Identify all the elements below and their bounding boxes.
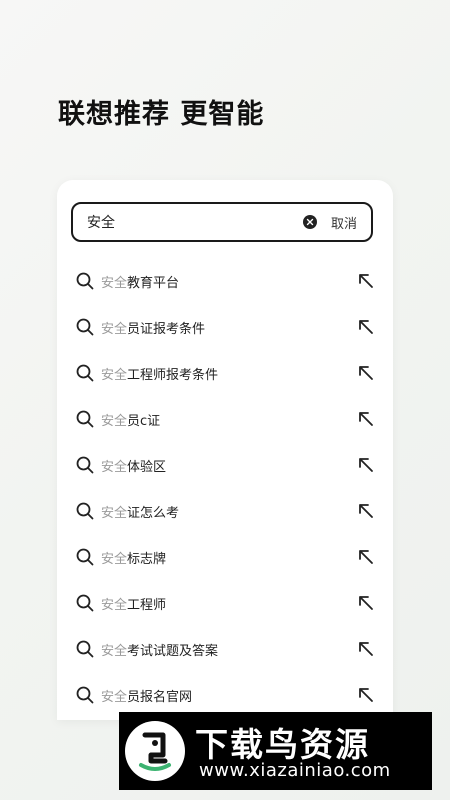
suggestion-rest: 员证报考条件	[127, 321, 206, 337]
suggestion-item[interactable]: 安全员c证	[57, 396, 393, 442]
search-icon	[76, 548, 94, 566]
arrow-up-left-icon[interactable]	[358, 365, 374, 381]
suggestion-rest: 标志牌	[127, 551, 167, 567]
suggestion-rest: 考试试题及答案	[127, 643, 219, 659]
watermark-url: www.xiazainiao.com	[199, 760, 391, 781]
suggestion-rest: 证怎么考	[127, 505, 180, 521]
search-icon	[76, 318, 94, 336]
suggestion-text: 安全考试试题及答案	[101, 640, 218, 659]
suggestion-text: 安全员报名官网	[101, 686, 192, 705]
arrow-up-left-icon[interactable]	[358, 549, 374, 565]
arrow-up-left-icon[interactable]	[358, 411, 374, 427]
suggestion-rest: 工程师	[127, 597, 167, 613]
search-card: 安全 取消 安全教育平台 安全员证报考条件 安全工程师报考条件 安全员c证 安全体验区安…	[57, 180, 393, 720]
search-icon	[76, 640, 94, 658]
search-icon	[76, 594, 94, 612]
suggestion-rest: 体验区	[127, 459, 167, 475]
arrow-up-left-icon[interactable]	[358, 273, 374, 289]
suggestion-list: 安全教育平台 安全员证报考条件 安全工程师报考条件 安全员c证 安全体验区 安全证怎么考安…	[57, 258, 393, 718]
suggestion-text: 安全证怎么考	[101, 502, 179, 521]
suggestion-prefix: 安全	[101, 275, 128, 291]
suggestion-item[interactable]: 安全体验区	[57, 442, 393, 488]
suggestion-item[interactable]: 安全证怎么考	[57, 488, 393, 534]
page-headline: 联想推荐 更智能	[58, 99, 265, 130]
suggestion-text: 安全体验区	[101, 456, 166, 475]
suggestion-prefix: 安全	[101, 689, 128, 705]
arrow-up-left-icon[interactable]	[358, 595, 374, 611]
suggestion-item[interactable]: 安全员证报考条件	[57, 304, 393, 350]
search-query[interactable]: 安全	[87, 212, 303, 232]
search-icon	[76, 364, 94, 382]
search-icon	[76, 502, 94, 520]
suggestion-prefix: 安全	[101, 459, 128, 475]
arrow-up-left-icon[interactable]	[358, 641, 374, 657]
arrow-up-left-icon[interactable]	[358, 687, 374, 703]
suggestion-item[interactable]: 安全工程师	[57, 580, 393, 626]
suggestion-item[interactable]: 安全标志牌	[57, 534, 393, 580]
suggestion-prefix: 安全	[101, 643, 128, 659]
watermark-title: 下载鸟资源	[195, 725, 370, 764]
watermark-logo	[125, 721, 185, 781]
suggestion-prefix: 安全	[101, 597, 128, 613]
suggestion-prefix: 安全	[101, 551, 128, 567]
suggestion-item[interactable]: 安全教育平台	[57, 258, 393, 304]
watermark-banner: 下载鸟资源 www.xiazainiao.com	[119, 712, 432, 790]
suggestion-text: 安全工程师报考条件	[101, 364, 218, 383]
suggestion-item[interactable]: 安全工程师报考条件	[57, 350, 393, 396]
suggestion-prefix: 安全	[101, 367, 128, 383]
suggestion-rest: 教育平台	[127, 275, 180, 291]
suggestion-prefix: 安全	[101, 321, 128, 337]
arrow-up-left-icon[interactable]	[358, 503, 374, 519]
search-input[interactable]: 安全 取消	[71, 202, 373, 242]
search-icon	[76, 686, 94, 704]
suggestion-rest: 员c证	[127, 413, 161, 429]
search-icon	[76, 456, 94, 474]
cancel-button[interactable]: 取消	[331, 213, 357, 232]
suggestion-text: 安全标志牌	[101, 548, 166, 567]
suggestion-text: 安全员c证	[101, 410, 160, 429]
suggestion-text: 安全员证报考条件	[101, 318, 205, 337]
arrow-up-left-icon[interactable]	[358, 319, 374, 335]
suggestion-rest: 员报名官网	[127, 689, 193, 705]
suggestion-text: 安全教育平台	[101, 272, 179, 291]
suggestion-text: 安全工程师	[101, 594, 166, 613]
suggestion-rest: 工程师报考条件	[127, 367, 219, 383]
suggestion-item[interactable]: 安全考试试题及答案	[57, 626, 393, 672]
clear-icon[interactable]	[302, 215, 317, 229]
search-icon	[76, 410, 94, 428]
suggestion-prefix: 安全	[101, 505, 128, 521]
arrow-up-left-icon[interactable]	[358, 457, 374, 473]
suggestion-prefix: 安全	[101, 413, 128, 429]
search-icon	[76, 272, 94, 290]
